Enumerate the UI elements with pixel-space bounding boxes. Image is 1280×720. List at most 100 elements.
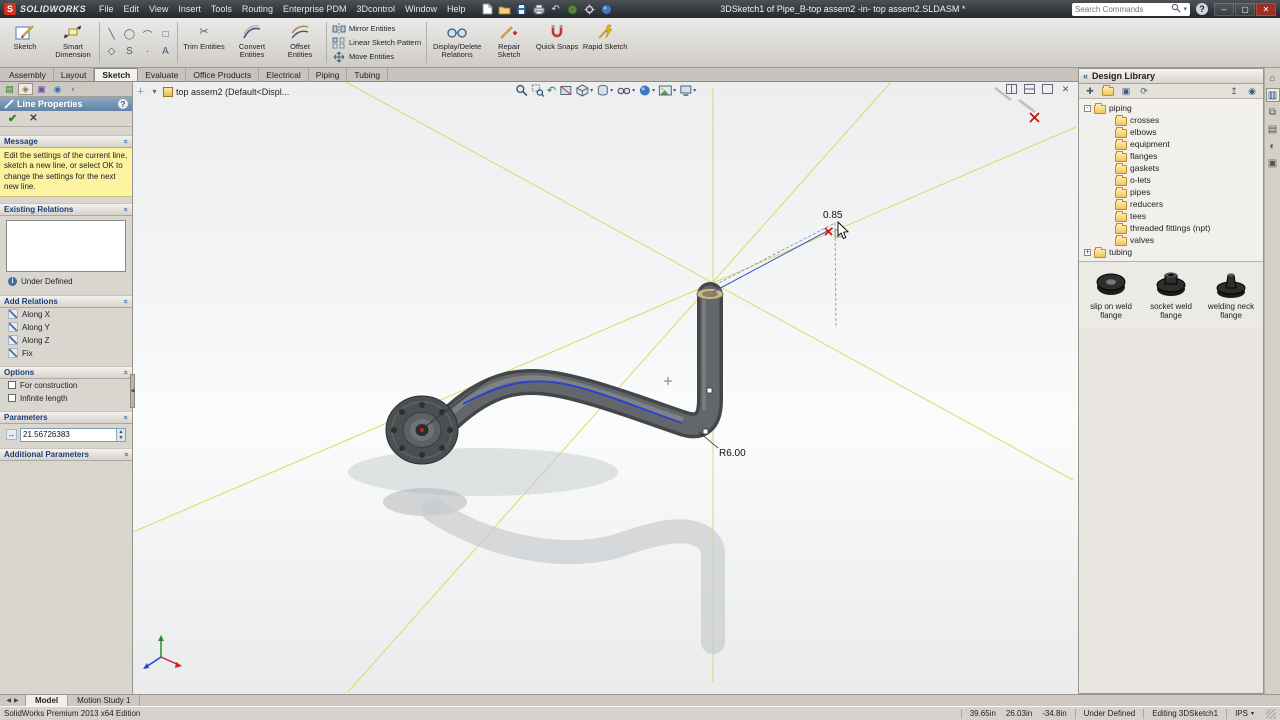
command-tab[interactable]: Piping xyxy=(309,68,348,81)
library-item-socket-weld-flange[interactable]: socket weld flange xyxy=(1143,270,1199,320)
tree-twisty-icon[interactable] xyxy=(1105,141,1112,148)
length-dimension-text[interactable]: 0.85 xyxy=(823,210,843,221)
convert-entities-button[interactable]: Convert Entities xyxy=(229,19,275,66)
rapid-sketch-button[interactable]: Rapid Sketch xyxy=(582,19,628,66)
library-tree-item[interactable]: + tubing xyxy=(1079,246,1263,258)
smart-dimension-button[interactable]: Smart Dimension xyxy=(50,19,96,66)
pin-pane-icon[interactable]: ◉ xyxy=(1245,85,1259,97)
hide-show-items-icon[interactable]: ▾ xyxy=(616,83,635,98)
3d-scene[interactable]: R6.00 0.85 xyxy=(133,82,1078,694)
command-tab[interactable]: Tubing xyxy=(347,68,389,81)
sketch-entity-tool-icon[interactable]: □ xyxy=(157,26,174,42)
refresh-icon[interactable]: ⟳ xyxy=(1137,85,1151,97)
add-relation-button[interactable]: Along X xyxy=(0,308,132,321)
viewport-maximize-icon[interactable] xyxy=(1041,83,1054,95)
flange[interactable] xyxy=(385,395,459,465)
edit-appearance-icon[interactable]: ▾ xyxy=(638,83,655,98)
library-tree-item[interactable]: tees xyxy=(1079,210,1263,222)
pm-cancel-button[interactable]: ✕ xyxy=(29,113,37,124)
tab-displaymanager-icon[interactable]: ◐ xyxy=(66,83,81,95)
menu-item[interactable]: Edit xyxy=(119,2,145,16)
maximize-button[interactable]: ▢ xyxy=(1235,2,1255,16)
tree-twisty-icon[interactable] xyxy=(1105,129,1112,136)
tab-motion-study[interactable]: Motion Study 1 xyxy=(68,695,141,706)
command-tab[interactable]: Evaluate xyxy=(138,68,187,81)
units-dropdown-icon[interactable]: ▾ xyxy=(1251,710,1254,717)
view-settings-icon[interactable]: ▾ xyxy=(679,83,696,98)
up-one-level-icon[interactable]: ↥ xyxy=(1227,85,1241,97)
library-tree-item[interactable]: elbows xyxy=(1079,126,1263,138)
close-button[interactable]: ✕ xyxy=(1256,2,1276,16)
library-tree-item[interactable]: threaded fittings (npt) xyxy=(1079,222,1263,234)
sketch-entity-tool-icon[interactable]: ◇ xyxy=(103,43,120,59)
display-delete-relations-button[interactable]: Display/Delete Relations xyxy=(430,19,484,66)
tab-featuremanager-icon[interactable]: ▤ xyxy=(2,83,17,95)
viewport-split-icon[interactable] xyxy=(1023,83,1036,95)
filter-icon[interactable]: ▾ xyxy=(149,86,160,97)
command-tab[interactable]: Office Products xyxy=(186,68,260,81)
pipe-body[interactable] xyxy=(438,282,724,439)
flyout-tree-root-label[interactable]: top assem2 (Default<Displ... xyxy=(176,87,289,97)
tab-model[interactable]: Model xyxy=(26,695,69,706)
viewport-close-icon[interactable]: ✕ xyxy=(1059,83,1072,95)
graphics-viewport[interactable]: R6.00 0.85 ＋ ▾ top assem2 (Default<Displ… xyxy=(133,82,1078,694)
tab-configurationmanager-icon[interactable]: ▣ xyxy=(34,83,49,95)
menu-item[interactable]: 3Dcontrol xyxy=(351,2,400,16)
menu-item[interactable]: Help xyxy=(442,2,471,16)
checkbox[interactable] xyxy=(8,394,16,403)
display-style-icon[interactable]: ▾ xyxy=(596,83,613,98)
vertex-handle[interactable] xyxy=(702,428,709,435)
radius-dimension[interactable]: R6.00 xyxy=(698,431,746,459)
sketch-entity-tool-icon[interactable]: ◯ xyxy=(121,26,138,42)
library-tree-item[interactable]: reducers xyxy=(1079,198,1263,210)
tab-appearances-icon[interactable]: ◐ xyxy=(1266,139,1280,153)
search-input[interactable] xyxy=(1075,4,1170,14)
menu-item[interactable]: Routing xyxy=(237,2,278,16)
create-new-folder-icon[interactable]: ▣ xyxy=(1119,85,1133,97)
tab-dimxpertmanager-icon[interactable]: ◉ xyxy=(50,83,65,95)
library-tree-item[interactable]: flanges xyxy=(1079,150,1263,162)
sketch-entity-tool-icon[interactable]: ⌒ xyxy=(139,26,156,42)
tab-file-explorer-icon[interactable]: ⧉ xyxy=(1266,105,1280,119)
collapse-pane-icon[interactable]: « xyxy=(1083,71,1088,81)
command-tab[interactable]: Sketch xyxy=(94,68,139,81)
add-to-library-icon[interactable]: ✚ xyxy=(1083,85,1097,97)
add-relations-section-header[interactable]: Add Relations « xyxy=(0,294,132,308)
panel-splitter-handle[interactable]: ◀ xyxy=(130,374,135,408)
sketch-entity-tool-icon[interactable]: · xyxy=(139,43,156,59)
add-relation-button[interactable]: Along Y xyxy=(0,321,132,334)
menu-item[interactable]: Insert xyxy=(173,2,206,16)
parameters-section-header[interactable]: Parameters « xyxy=(0,410,132,424)
previous-view-icon[interactable]: ↶ xyxy=(547,83,556,98)
sketch-button[interactable]: Sketch xyxy=(2,19,48,66)
rebuild-icon[interactable] xyxy=(566,3,580,16)
trim-entities-button[interactable]: ✂ Trim Entities xyxy=(181,19,227,66)
expand-tree-icon[interactable]: ＋ xyxy=(135,86,146,97)
tree-twisty-icon[interactable] xyxy=(1105,165,1112,172)
add-file-location-icon[interactable] xyxy=(1101,84,1115,97)
existing-relations-list[interactable] xyxy=(6,219,126,272)
repair-sketch-button[interactable]: Repair Sketch xyxy=(486,19,532,66)
spin-down-icon[interactable]: ▼ xyxy=(117,434,125,441)
parameter-input[interactable]: 21.56726383 ▲ ▼ xyxy=(20,427,126,442)
sketch-entity-tool-icon[interactable]: S xyxy=(121,43,138,59)
library-tree-item[interactable]: - piping xyxy=(1079,102,1263,114)
offset-entities-button[interactable]: Offset Entities xyxy=(277,19,323,66)
pm-help-icon[interactable]: ? xyxy=(118,99,128,109)
tree-twisty-icon[interactable] xyxy=(1105,225,1112,232)
mirror-entities-button[interactable]: Mirror Entities xyxy=(332,22,421,35)
vertex-handle[interactable] xyxy=(706,387,713,394)
library-item-welding-neck-flange[interactable]: welding neck flange xyxy=(1203,270,1259,320)
tab-scroll-right-icon[interactable]: ▶ xyxy=(14,697,19,704)
tab-scroll-buttons[interactable]: ◀ ▶ xyxy=(0,695,26,706)
checkbox[interactable] xyxy=(8,381,16,390)
tree-twisty-icon[interactable]: - xyxy=(1084,104,1091,112)
additional-parameters-section-header[interactable]: Additional Parameters « xyxy=(0,447,132,461)
tree-twisty-icon[interactable] xyxy=(1105,153,1112,160)
options-gear-icon[interactable] xyxy=(583,3,597,16)
apply-scene-icon[interactable]: ▾ xyxy=(658,83,676,98)
sketch-entity-tool-icon[interactable]: ╲ xyxy=(103,26,120,42)
tab-view-palette-icon[interactable]: ▤ xyxy=(1266,122,1280,136)
search-dropdown-icon[interactable]: ▾ xyxy=(1183,5,1187,13)
library-tree-item[interactable]: equipment xyxy=(1079,138,1263,150)
